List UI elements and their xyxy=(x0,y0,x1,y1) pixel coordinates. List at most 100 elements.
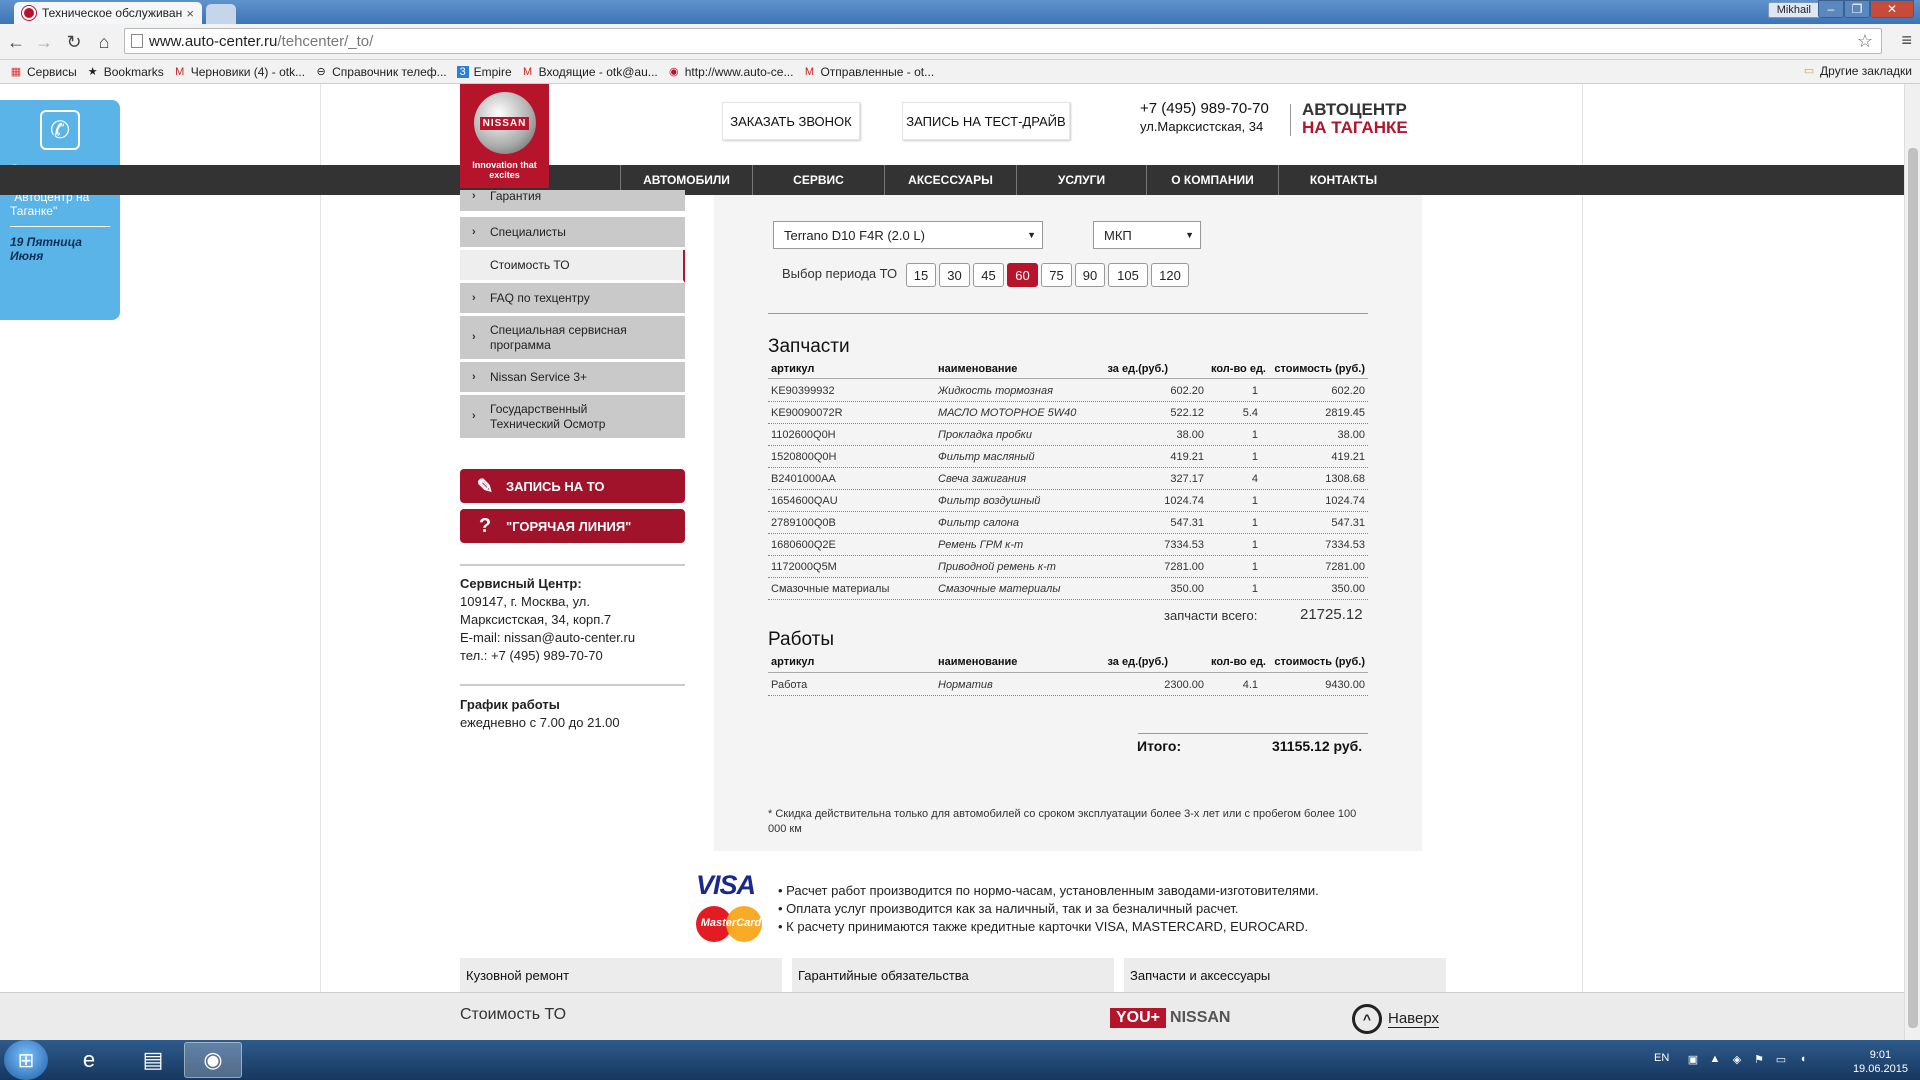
table-cell: 1 xyxy=(1251,539,1258,551)
folder-icon: ▭ xyxy=(1803,65,1815,77)
table-cell: 2300.00 xyxy=(1164,679,1204,691)
menu-icon[interactable]: ≡ xyxy=(1901,30,1912,51)
phone-directory-widget[interactable]: ✆ Справочник телефонов "Автоцентр на Таг… xyxy=(0,100,120,320)
table-cell: 7281.00 xyxy=(1164,561,1204,573)
display-icon[interactable]: ▭ xyxy=(1774,1053,1788,1067)
url-path: /tehcenter/_to/ xyxy=(277,32,374,50)
table-row: 1654600QAU Фильтр воздушный 1024.74 1 1024.7… xyxy=(768,490,1368,512)
clock[interactable]: 9:01 19.06.2015 xyxy=(1853,1048,1908,1076)
new-tab-button[interactable] xyxy=(206,4,236,24)
nav-services[interactable]: УСЛУГИ xyxy=(1016,165,1146,195)
sidebar-item-specialists[interactable]: › Специалисты xyxy=(460,217,685,250)
reload-icon[interactable]: ↻ xyxy=(62,30,86,54)
other-bookmarks[interactable]: ▭ Другие закладки xyxy=(1803,64,1912,78)
service-center-info: Сервисный Центр: 109147, г. Москва, ул. … xyxy=(460,575,635,665)
table-cell: Фильтр масляный xyxy=(938,451,1035,463)
sidebar-item-state-inspection[interactable]: › Государственный Технический Осмотр xyxy=(460,395,685,441)
table-row: 1680600Q2E Ремень ГРМ к-т 7334.53 1 7334.53 xyxy=(768,534,1368,556)
maximize-icon[interactable]: ❐ xyxy=(1844,0,1870,18)
dropdown-arrow-icon: ▼ xyxy=(1185,230,1194,240)
table-cell: 5.4 xyxy=(1242,407,1258,419)
nav-about[interactable]: О КОМПАНИИ xyxy=(1146,165,1278,195)
divider xyxy=(768,313,1368,314)
bottom-page-title: Стоимость ТО xyxy=(460,1006,567,1023)
table-cell: 1654600QAU xyxy=(771,495,838,507)
bookmark-star-icon[interactable]: ☆ xyxy=(1857,31,1873,52)
test-drive-button[interactable]: ЗАПИСЬ НА ТЕСТ-ДРАЙВ xyxy=(902,102,1070,140)
request-call-button[interactable]: ЗАКАЗАТЬ ЗВОНОК xyxy=(722,102,860,140)
gearbox-select[interactable]: МКП ▼ xyxy=(1093,221,1201,249)
period-15[interactable]: 15 xyxy=(906,263,936,287)
nav-contacts[interactable]: КОНТАКТЫ xyxy=(1278,165,1408,195)
bookmark-item[interactable]: ★ Bookmarks xyxy=(87,65,164,79)
close-window-icon[interactable]: ✕ xyxy=(1870,0,1914,18)
back-to-top-button[interactable]: ^ Наверх xyxy=(1352,1004,1439,1034)
table-cell: 9430.00 xyxy=(1325,679,1365,691)
period-60[interactable]: 60 xyxy=(1007,263,1038,287)
total-label: Итого: xyxy=(1137,738,1182,754)
col-header-article: артикул xyxy=(771,656,815,668)
table-cell: 4 xyxy=(1251,473,1258,485)
table-cell: 1172000Q5M xyxy=(771,561,837,573)
scrollbar[interactable] xyxy=(1904,84,1920,1040)
browser-toolbar: ← → ↻ ⌂ www.auto-center.ru/tehcenter/_to… xyxy=(0,24,1920,60)
network-icon[interactable]: ▣ xyxy=(1686,1053,1700,1067)
table-cell: 327.17 xyxy=(1170,473,1204,485)
nav-service[interactable]: СЕРВИС xyxy=(752,165,884,195)
sidebar-item-warranty[interactable]: › Гарантия xyxy=(460,190,685,214)
col-header-unit-price: за ед.(руб.) xyxy=(1107,363,1168,375)
period-30[interactable]: 30 xyxy=(939,263,970,287)
sidebar-item-service-3plus[interactable]: › Nissan Service 3+ xyxy=(460,362,685,395)
bookmark-item[interactable]: ▦ Сервисы xyxy=(10,65,77,79)
home-icon[interactable]: ⌂ xyxy=(92,30,116,54)
chrome-icon[interactable]: ◉ xyxy=(184,1042,242,1078)
back-icon[interactable]: ← xyxy=(4,30,28,54)
model-select[interactable]: Terrano D10 F4R (2.0 L) ▼ xyxy=(773,221,1043,249)
header-address: ул.Марксистская, 34 xyxy=(1140,119,1264,134)
address-bar[interactable]: www.auto-center.ru/tehcenter/_to/ ☆ xyxy=(124,28,1882,54)
bookmark-item[interactable]: M Черновики (4) - otk... xyxy=(174,65,305,79)
header-phone[interactable]: +7 (495) 989-70-70 xyxy=(1140,100,1269,117)
table-cell: 547.31 xyxy=(1331,517,1365,529)
bookmark-item[interactable]: ◉ http://www.auto-ce... xyxy=(668,65,794,79)
title-bar: Техническое обслуживан × Mikhail – ❐ ✕ xyxy=(0,0,1920,24)
bookmark-item[interactable]: M Входящие - otk@au... xyxy=(522,65,658,79)
file-explorer-icon[interactable]: ▤ xyxy=(124,1042,182,1078)
table-cell: 1 xyxy=(1251,429,1258,441)
start-button[interactable]: ⊞ xyxy=(4,1040,48,1080)
profile-button[interactable]: Mikhail xyxy=(1767,2,1820,18)
table-cell: Ремень ГРМ к-т xyxy=(938,539,1024,551)
minimize-icon[interactable]: – xyxy=(1818,0,1844,18)
hotline-button[interactable]: ? "ГОРЯЧАЯ ЛИНИЯ" xyxy=(460,509,685,543)
volume-icon[interactable]: ◖ xyxy=(1796,1053,1810,1067)
scrollbar-thumb[interactable] xyxy=(1908,148,1918,1028)
tab-close-icon[interactable]: × xyxy=(186,6,194,21)
forward-icon[interactable]: → xyxy=(32,30,56,54)
bookmark-item[interactable]: 3 Empire xyxy=(456,65,512,79)
bookmark-item[interactable]: ⊖ Справочник телеф... xyxy=(315,65,447,79)
you-plus-nissan-logo[interactable]: YOU+ NISSAN xyxy=(1110,1008,1230,1028)
nissan-logo[interactable]: NISSAN Innovation that excites xyxy=(460,84,549,188)
internet-explorer-icon[interactable]: e xyxy=(60,1042,118,1078)
divider xyxy=(768,672,1368,673)
sidebar-item-faq[interactable]: › FAQ по техцентру xyxy=(460,283,685,316)
sidebar-item-to-cost[interactable]: Стоимость ТО xyxy=(460,250,685,283)
table-cell: Смазочные материалы xyxy=(938,583,1061,595)
period-90[interactable]: 90 xyxy=(1075,263,1105,287)
book-to-button[interactable]: ✎ ЗАПИСЬ НА ТО xyxy=(460,469,685,503)
nissan-favicon-icon xyxy=(22,6,36,20)
tray-app-icon[interactable]: ▲ xyxy=(1708,1053,1722,1067)
action-center-icon[interactable]: ⚑ xyxy=(1752,1053,1766,1067)
period-45[interactable]: 45 xyxy=(973,263,1004,287)
language-indicator[interactable]: EN xyxy=(1654,1052,1669,1064)
nav-accessories[interactable]: АКСЕССУАРЫ xyxy=(884,165,1016,195)
tab-active[interactable]: Техническое обслуживан × xyxy=(14,2,202,24)
period-120[interactable]: 120 xyxy=(1151,263,1189,287)
service-email[interactable]: E-mail: nissan@auto-center.ru xyxy=(460,630,635,645)
period-105[interactable]: 105 xyxy=(1108,263,1148,287)
table-cell: Фильтр салона xyxy=(938,517,1020,529)
tray-app-icon[interactable]: ◈ xyxy=(1730,1053,1744,1067)
sidebar-item-special-program[interactable]: › Специальная сервисная программа xyxy=(460,316,685,362)
bookmark-item[interactable]: M Отправленные - ot... xyxy=(803,65,934,79)
period-75[interactable]: 75 xyxy=(1041,263,1072,287)
